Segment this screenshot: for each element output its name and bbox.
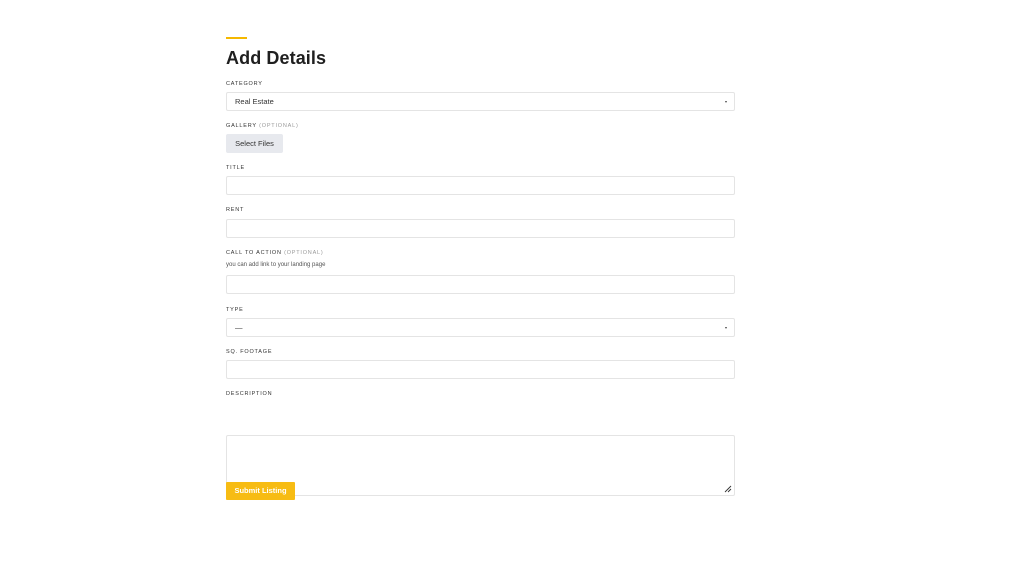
caret-down-icon [725, 327, 727, 329]
heading-accent-bar [226, 37, 247, 39]
title-input[interactable] [226, 176, 735, 195]
type-value: — [235, 323, 243, 332]
rent-label: Rent [226, 207, 245, 213]
gallery-label-text: Gallery [226, 123, 257, 129]
category-select[interactable]: Real Estate [226, 92, 735, 111]
category-label: Category [226, 81, 263, 87]
rent-input[interactable] [226, 219, 735, 238]
sq-footage-input[interactable] [226, 360, 735, 379]
page-title: Add Details [226, 48, 327, 68]
gallery-label: Gallery (Optional) [226, 123, 299, 130]
cta-input[interactable] [226, 275, 735, 294]
description-textarea[interactable] [226, 435, 735, 496]
cta-label: Call to Action (Optional) [226, 250, 324, 257]
type-label: Type [226, 307, 244, 313]
cta-label-text: Call to Action [226, 250, 282, 256]
description-label: Description [226, 391, 273, 397]
submit-listing-button[interactable]: Submit Listing [226, 482, 295, 500]
gallery-optional-tag: (Optional) [259, 123, 299, 129]
cta-hint: you can add link to your landing page [226, 262, 326, 268]
cta-optional-tag: (Optional) [284, 250, 324, 256]
category-value: Real Estate [235, 97, 274, 106]
resize-handle-icon[interactable] [724, 485, 732, 493]
select-files-button[interactable]: Select Files [226, 134, 283, 153]
title-label: Title [226, 165, 245, 171]
add-details-form: Add Details Category Real Estate Gallery… [226, 37, 735, 500]
type-select[interactable]: — [226, 318, 735, 337]
sq-footage-label: Sq. Footage [226, 349, 273, 355]
caret-down-icon [725, 101, 727, 103]
